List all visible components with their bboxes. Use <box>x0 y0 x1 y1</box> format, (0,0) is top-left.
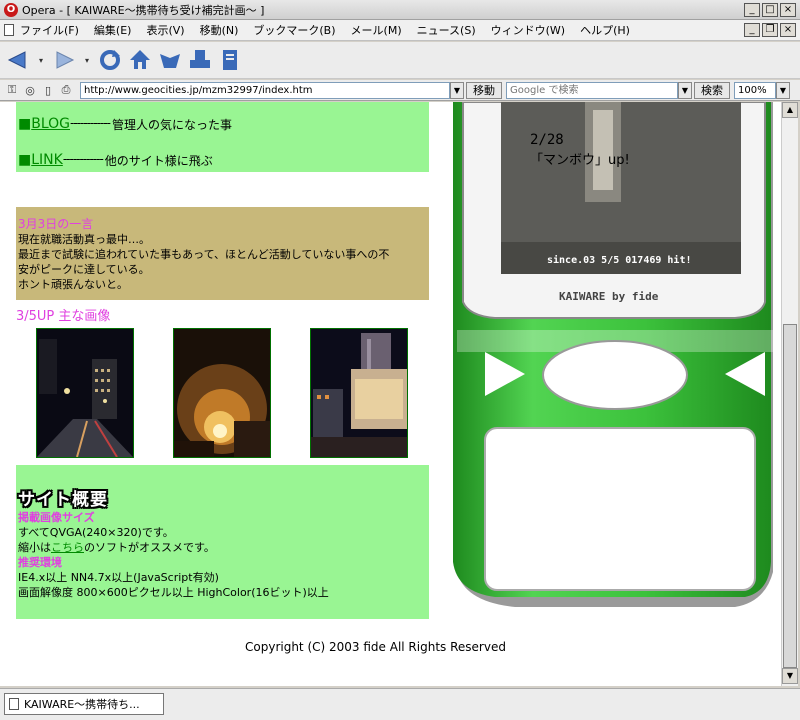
window-title-bar: O Opera - [ KAIWARE〜携帯待ち受け補完計画〜 ] _ □ × <box>0 0 800 20</box>
close-button[interactable]: × <box>780 3 796 17</box>
search-button[interactable]: 検索 <box>694 81 730 99</box>
links-page-desc: 他のサイト様に飛ぶ <box>104 154 213 168</box>
photo-thumbnail[interactable] <box>173 328 271 458</box>
url-dropdown-icon[interactable]: ▼ <box>450 81 464 99</box>
zoom-input[interactable] <box>734 81 776 99</box>
menu-news[interactable]: ニュース(S) <box>417 22 476 38</box>
cookie-icon[interactable]: ◎ <box>22 82 38 98</box>
doc-minimize-button[interactable]: _ <box>744 23 760 37</box>
doc-restore-button[interactable]: ❐ <box>762 23 778 37</box>
images-section-title: 3/5UP 主な画像 <box>16 309 111 324</box>
menu-bar: ファイル(F) 編集(E) 表示(V) 移動(N) ブックマーク(B) メール(… <box>0 20 800 41</box>
news-line: ホント頑張んないと。 <box>18 278 128 291</box>
page-tab-label: KAIWARE〜携帯待ち... <box>24 698 140 711</box>
document-icon <box>4 24 14 36</box>
site-about-box: サイト概要 掲載画像サイズ すべてQVGA(240×320)です。 縮小はこちら… <box>16 465 429 619</box>
env-browser-text: IE4.x以上 NN4.7x以上(JavaScript有効) <box>18 571 219 584</box>
phone-counter: since.03 5/5 017469 hit! <box>547 254 692 266</box>
page-viewport: ■ BLOG ------------ 管理人の気になった事 ■ LINK --… <box>0 102 781 686</box>
news-line: 安がピークに達している。 <box>18 263 150 276</box>
window-title: Opera - [ KAIWARE〜携帯待ち受け補完計画〜 ] <box>22 3 265 17</box>
phone-date: 2/28 <box>530 132 564 148</box>
news-line: 現在就職活動真っ最中…。 <box>18 233 150 246</box>
print-icon[interactable] <box>188 47 212 73</box>
bullet-square-icon: ■ <box>18 116 32 132</box>
doc-close-button[interactable]: × <box>780 23 796 37</box>
home-icon[interactable] <box>128 47 152 73</box>
phone-graphic: 2/28 「マンボウ」up! since.03 5/5 017469 hit! … <box>435 102 780 607</box>
navigation-toolbar: ▾ ▾ <box>0 42 800 79</box>
page-tab-icon <box>9 698 19 710</box>
menu-mail[interactable]: メール(M) <box>351 22 402 38</box>
url-input[interactable] <box>80 81 450 99</box>
env-heading: 推奨環境 <box>18 556 62 569</box>
blog-link-desc: 管理人の気になった事 <box>111 118 232 132</box>
page-icon[interactable]: ▯ <box>40 82 56 98</box>
shrink-software-link[interactable]: こちら <box>51 541 84 554</box>
menu-window[interactable]: ウィンドウ(W) <box>491 22 565 38</box>
about-logo: サイト概要 <box>18 490 108 510</box>
page-tab-bar: KAIWARE〜携帯待ち... <box>0 688 800 720</box>
print-small-icon[interactable]: ⎙ <box>58 82 74 98</box>
blog-link-row: ■ BLOG ------------ 管理人の気になった事 <box>18 116 429 152</box>
photo-thumbnail[interactable] <box>36 328 134 458</box>
bullet-square-icon: ■ <box>18 152 32 168</box>
links-page-link[interactable]: LINK <box>31 152 63 168</box>
back-arrow-icon[interactable] <box>6 47 30 73</box>
menu-file[interactable]: ファイル(F) <box>20 22 79 38</box>
left-column: ■ BLOG ------------ 管理人の気になった事 ■ LINK --… <box>16 102 429 619</box>
image-size-text: すべてQVGA(240×320)です。 <box>18 526 174 539</box>
link-dashes: ------------ <box>70 116 111 130</box>
opera-logo-icon: O <box>4 2 18 17</box>
photo-thumbnail[interactable] <box>310 328 408 458</box>
copyright-text: Copyright (C) 2003 fide All Rights Reser… <box>245 640 506 654</box>
maximize-button[interactable]: □ <box>762 3 778 17</box>
news-line: 最近まで試験に追われていた事もあって、ほとんど活動していない事への不 <box>18 248 390 261</box>
phone-news: 「マンボウ」up! <box>530 153 630 168</box>
scroll-down-icon[interactable]: ▼ <box>782 668 798 684</box>
hotlist-icon[interactable] <box>158 47 182 73</box>
phone-brand: KAIWARE by fide <box>559 290 659 303</box>
daily-news-box: 3月3日の一言 現在就職活動真っ最中…。 最近まで試験に追われていた事もあって、… <box>16 207 429 300</box>
menu-view[interactable]: 表示(V) <box>146 22 184 38</box>
link-link-row: ■ LINK ------------ 他のサイト様に飛ぶ <box>18 152 429 188</box>
news-title: 3月3日の一言 <box>18 217 94 231</box>
vertical-scrollbar[interactable]: ▲ ▼ <box>781 102 798 686</box>
page-tab[interactable]: KAIWARE〜携帯待ち... <box>4 693 164 715</box>
scroll-thumb[interactable] <box>783 324 797 668</box>
blog-link[interactable]: BLOG <box>31 116 70 132</box>
go-button[interactable]: 移動 <box>466 81 502 99</box>
menu-edit[interactable]: 編集(E) <box>94 22 132 38</box>
address-bar: ⚿ ◎ ▯ ⎙ ▼ 移動 ▼ 検索 ▼ <box>0 80 800 101</box>
note-icon[interactable] <box>218 47 242 73</box>
menu-navigate[interactable]: 移動(N) <box>200 22 239 38</box>
forward-dropdown-icon[interactable]: ▾ <box>82 47 92 73</box>
menu-bookmarks[interactable]: ブックマーク(B) <box>253 22 335 38</box>
search-dropdown-icon[interactable]: ▼ <box>678 81 692 99</box>
links-box: ■ BLOG ------------ 管理人の気になった事 ■ LINK --… <box>16 102 429 172</box>
env-screen-text: 画面解像度 800×600ピクセル以上 HighColor(16ビット)以上 <box>18 586 329 599</box>
link-dashes: ------------ <box>62 152 104 166</box>
zoom-dropdown-icon[interactable]: ▼ <box>776 81 790 99</box>
security-icon[interactable]: ⚿ <box>4 82 20 98</box>
reload-icon[interactable] <box>98 47 122 73</box>
forward-arrow-icon[interactable] <box>52 47 76 73</box>
scroll-up-icon[interactable]: ▲ <box>782 102 798 118</box>
search-input[interactable] <box>506 81 678 99</box>
minimize-button[interactable]: _ <box>744 3 760 17</box>
shrink-software-text: 縮小はこちらのソフトがオススメです。 <box>18 541 215 554</box>
menu-help[interactable]: ヘルプ(H) <box>580 22 630 38</box>
back-dropdown-icon[interactable]: ▾ <box>36 47 46 73</box>
image-size-heading: 掲載画像サイズ <box>18 511 95 524</box>
news-body: 現在就職活動真っ最中…。 最近まで試験に追われていた事もあって、ほとんど活動して… <box>18 232 427 292</box>
